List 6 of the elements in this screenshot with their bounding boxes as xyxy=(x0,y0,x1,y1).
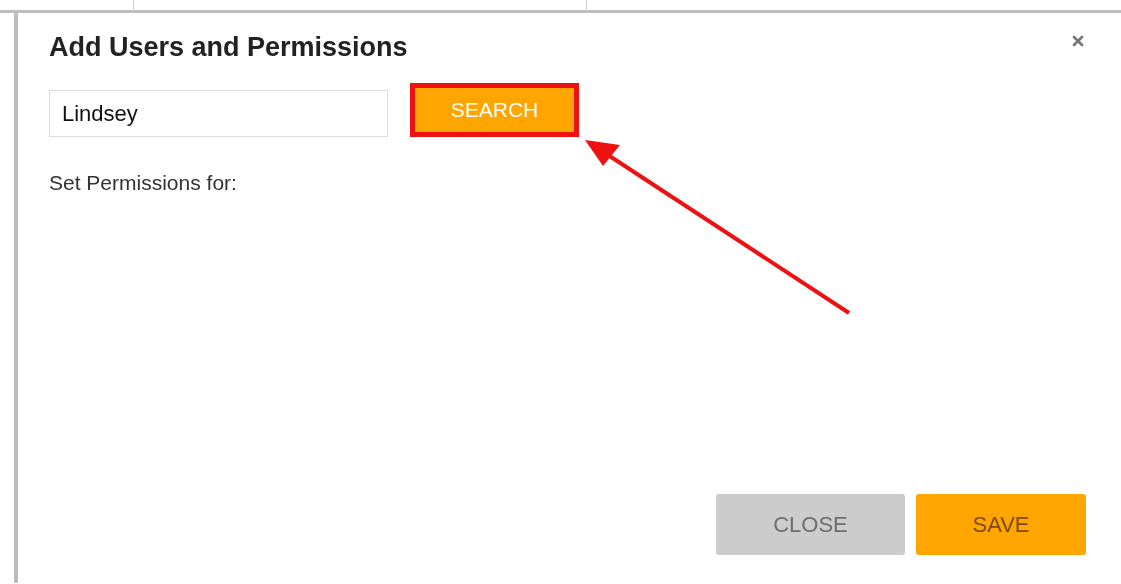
permissions-label: Set Permissions for: xyxy=(49,170,238,196)
search-field[interactable]: Lindsey xyxy=(49,90,388,137)
close-icon[interactable] xyxy=(1070,33,1086,49)
dialog-title: Add Users and Permissions xyxy=(49,31,408,63)
search-button[interactable]: SEARCH xyxy=(410,83,579,137)
save-button[interactable]: SAVE xyxy=(916,494,1086,555)
